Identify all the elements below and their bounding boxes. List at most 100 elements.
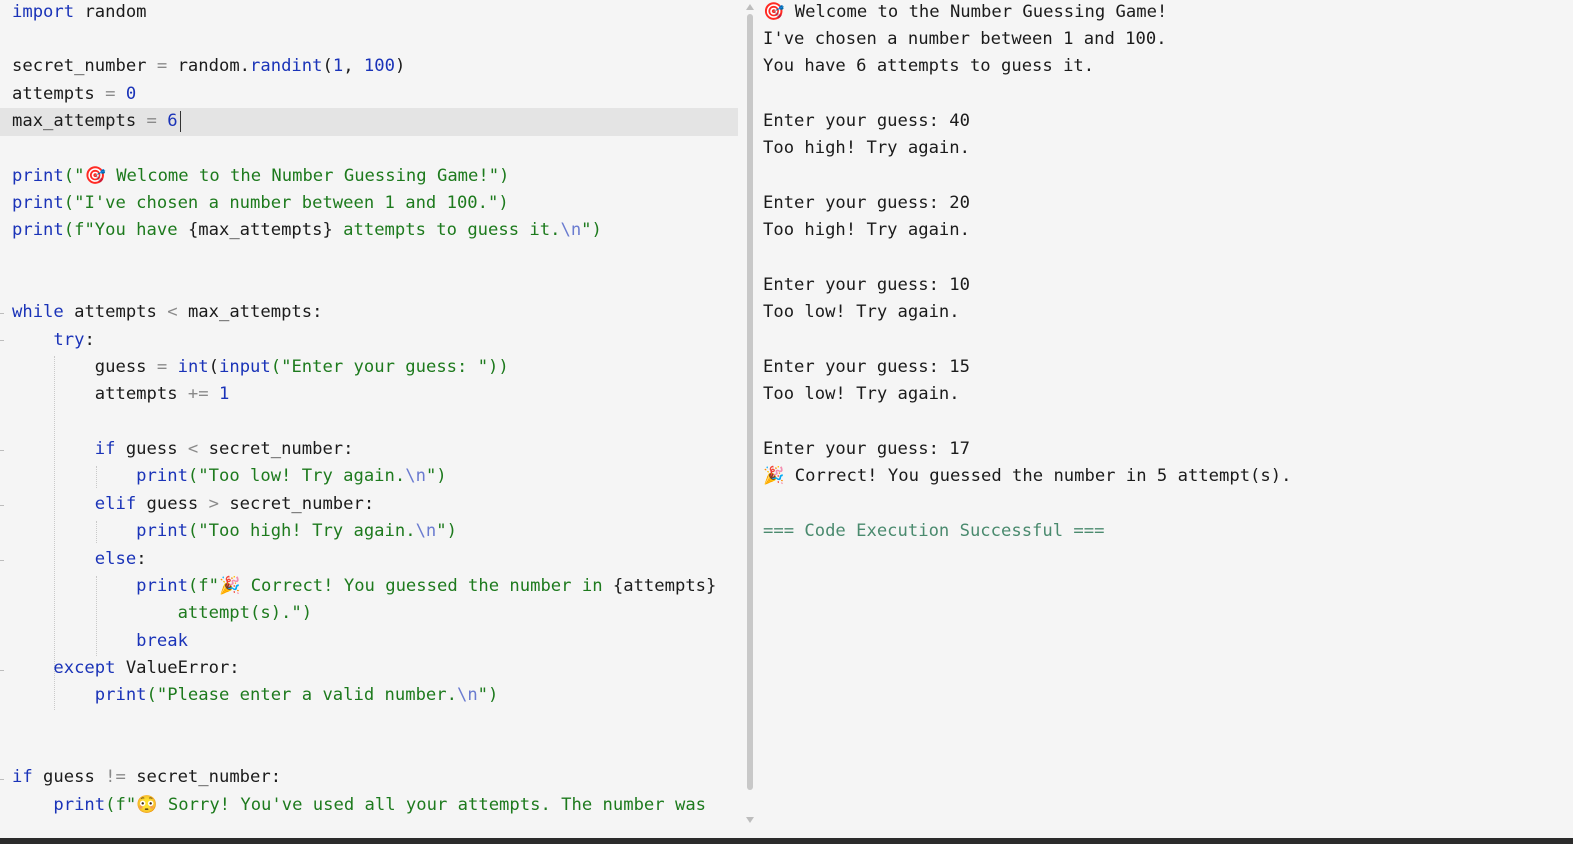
code-token: ) (394, 56, 406, 77)
code-line: if guess != secret_number: (12, 764, 281, 791)
code-token: > (208, 493, 219, 514)
code-token: secret_number: (198, 439, 354, 460)
code-token: 1 (218, 384, 230, 405)
code-line: elif guess > secret_number: (12, 491, 374, 518)
code-token: attempts to guess it. (332, 220, 561, 241)
scroll-down-arrow-icon[interactable] (746, 817, 754, 823)
code-token: print (12, 165, 64, 186)
code-token: guess (136, 493, 209, 514)
fold-marker[interactable] (0, 313, 4, 314)
fold-marker[interactable] (0, 340, 4, 341)
code-token: print (12, 575, 188, 596)
bottom-border (0, 838, 1573, 844)
code-token: if (12, 767, 33, 788)
code-token: max_attempts: (177, 302, 323, 323)
code-token: 6 (167, 110, 178, 131)
execution-status: === Code Execution Successful === (763, 521, 1105, 542)
output-line: Too high! Try again. (763, 138, 970, 159)
code-line: print("Too high! Try again.\n") (12, 518, 457, 545)
code-token: \n (560, 220, 582, 241)
code-token: elif (12, 493, 137, 514)
code-line: print("I've chosen a number between 1 an… (12, 190, 509, 217)
output-line: 🎉 Correct! You guessed the number in 5 a… (763, 466, 1292, 487)
code-token: import (12, 1, 75, 22)
code-token: = (105, 83, 116, 104)
code-line: attempts += 1 (12, 381, 230, 408)
code-token: if (12, 439, 116, 460)
code-token: : (136, 548, 147, 569)
code-token: print (12, 192, 64, 213)
code-token: ("🎯 Welcome to the Number Guessing Game!… (63, 165, 510, 186)
code-line: secret_number = random.randint(1, 100) (12, 53, 405, 80)
code-token: 1 (332, 56, 344, 77)
code-token: \n (405, 466, 426, 487)
output-line: I've chosen a number between 1 and 100. (763, 28, 1167, 49)
code-token: try (12, 329, 85, 350)
code-token: < (167, 302, 178, 323)
code-token: , (343, 56, 364, 77)
code-token: randint (250, 56, 323, 77)
code-token: ") (436, 521, 457, 542)
code-token: print (12, 466, 188, 487)
code-token: : (84, 329, 95, 350)
code-token: print (12, 685, 147, 706)
output-line: Enter your guess: 15 (763, 357, 970, 378)
code-token: max_attempts (12, 110, 147, 131)
code-editor[interactable]: import random secret_number = random.rand… (0, 0, 743, 838)
code-line: import random (12, 0, 147, 26)
code-token: {max_attempts} (187, 220, 333, 241)
code-token: while (12, 302, 64, 323)
code-token: attempts (12, 83, 106, 104)
output-line: Enter your guess: 20 (763, 192, 970, 213)
code-line: try: (12, 327, 95, 354)
code-token: ("I've chosen a number between 1 and 100… (63, 192, 509, 213)
fold-marker[interactable] (0, 779, 4, 780)
editor-scrollbar[interactable] (743, 0, 757, 838)
code-token: ("Please enter a valid number. (146, 685, 457, 706)
output-line: Enter your guess: 17 (763, 439, 970, 460)
output-line: Too low! Try again. (763, 384, 960, 405)
code-token: (f"😳 Sorry! You've used all your attempt… (105, 794, 707, 815)
code-token: (f"You have (63, 220, 188, 241)
code-token: ValueError: (115, 657, 240, 678)
code-token: print (12, 220, 64, 241)
code-line: break (12, 628, 188, 655)
code-token: ("Too low! Try again. (187, 466, 406, 487)
code-token: int (177, 357, 209, 378)
code-line: print(f"😳 Sorry! You've used all your at… (12, 792, 706, 819)
fold-marker[interactable] (0, 560, 4, 561)
code-token: secret_number: (125, 767, 282, 788)
scroll-up-arrow-icon[interactable] (746, 4, 754, 10)
code-line: else: (12, 546, 147, 573)
code-token: ( (322, 56, 333, 77)
code-token: random. (167, 56, 251, 77)
code-token: except (12, 657, 116, 678)
code-token: != (105, 767, 126, 788)
code-line: print("Please enter a valid number.\n") (12, 682, 499, 709)
code-token: {attempts} (612, 575, 717, 596)
code-line: guess = int(input("Enter your guess: ")) (12, 354, 509, 381)
output-line: Enter your guess: 10 (763, 275, 970, 295)
text-cursor (180, 111, 181, 132)
code-token: \n (456, 685, 478, 706)
fold-marker[interactable] (0, 670, 4, 671)
code-token: < (187, 439, 199, 460)
code-token: print (12, 794, 106, 815)
output-console: 🎯 Welcome to the Number Guessing Game! I'… (757, 0, 1573, 838)
fold-marker[interactable] (0, 505, 4, 506)
fold-marker[interactable] (0, 450, 4, 451)
code-token: attempt(s).") (12, 603, 313, 624)
code-line: while attempts < max_attempts: (12, 299, 322, 326)
code-token: \n (415, 521, 437, 542)
code-token: random (74, 1, 147, 22)
scroll-thumb[interactable] (747, 14, 753, 790)
code-token: ("Too high! Try again. (187, 521, 416, 542)
code-line: print(f"🎉 Correct! You guessed the numbe… (12, 573, 716, 600)
code-line: max_attempts = 6 (12, 108, 178, 135)
code-token: ") (477, 685, 499, 706)
code-token: 0 (125, 83, 137, 104)
code-token: else (12, 548, 137, 569)
